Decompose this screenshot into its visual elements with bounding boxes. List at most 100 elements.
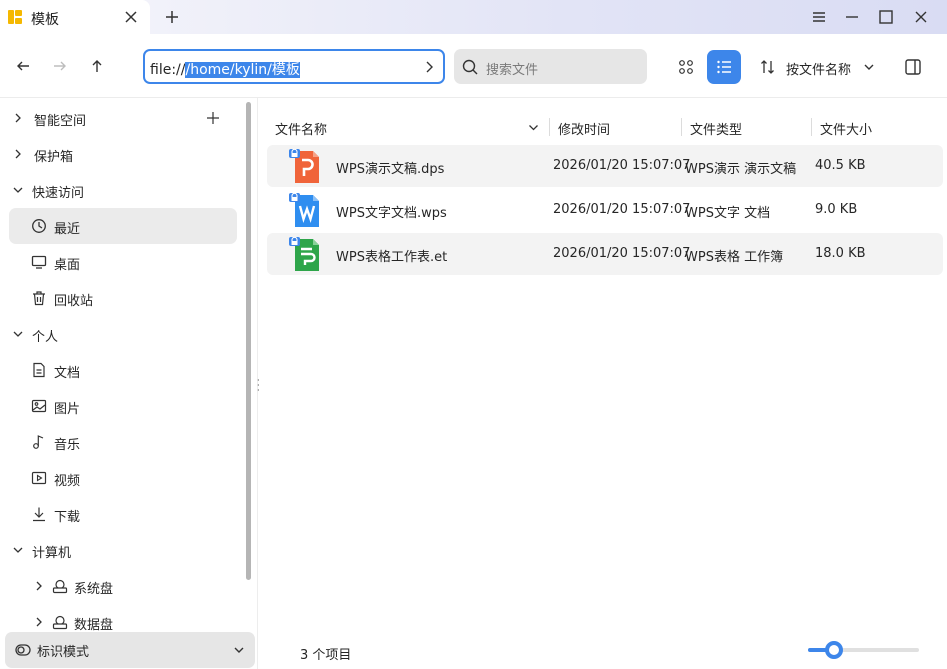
sidebar-item-system-disk[interactable]: 系统盘	[0, 568, 257, 604]
document-icon	[33, 362, 45, 378]
sort-icon[interactable]	[760, 59, 776, 75]
list-view-icon	[717, 60, 731, 74]
sidebar-item-label: 回收站	[54, 294, 94, 309]
chevron-right-icon[interactable]	[12, 112, 24, 124]
sidebar: 智能空间 保护箱 快速访问 最近 桌面 回收站 个人 文档 图片 音乐 视频 下…	[0, 98, 258, 669]
download-icon	[33, 507, 45, 522]
chevron-right-icon[interactable]	[421, 59, 437, 75]
sidebar-item-downloads[interactable]: 下载	[0, 496, 257, 532]
chevron-right-icon[interactable]	[12, 148, 24, 160]
chevron-down-icon[interactable]	[12, 328, 24, 340]
chevron-down-icon[interactable]	[232, 643, 246, 657]
column-separator[interactable]	[681, 118, 682, 136]
column-header-modified[interactable]: 修改时间	[558, 119, 610, 138]
sidebar-item-label: 音乐	[54, 438, 81, 453]
sidebar-item-label: 最近	[54, 222, 81, 237]
column-header-size[interactable]: 文件大小	[820, 119, 872, 138]
forward-arrow-icon[interactable]	[50, 56, 70, 76]
file-row[interactable]: WPS文字文档.wps 2026/01/20 15:07:07 WPS文字 文档…	[267, 189, 943, 231]
zoom-slider[interactable]	[808, 641, 919, 659]
sidebar-item-label: 智能空间	[34, 114, 87, 129]
sidebar-item-label: 文档	[54, 366, 81, 381]
grid-view-icon	[679, 60, 693, 74]
sidebar-item-documents[interactable]: 文档	[0, 352, 257, 388]
tab-current[interactable]: 模板	[0, 0, 150, 34]
item-count: 3 个项目	[300, 648, 352, 663]
label-mode-button[interactable]: 标识模式	[5, 632, 255, 668]
toolbar: file:///home/kylin/模板 搜索文件 按文件名称	[0, 34, 947, 98]
minimize-icon[interactable]	[843, 8, 861, 26]
trash-icon	[33, 291, 45, 306]
file-modified: 2026/01/20 15:07:07	[553, 202, 691, 217]
file-size: 18.0 KB	[815, 246, 866, 261]
chevron-right-icon[interactable]	[33, 580, 45, 592]
sidebar-item-recent[interactable]: 最近	[0, 208, 257, 244]
maximize-icon[interactable]	[877, 8, 895, 26]
sidebar-item-label: 桌面	[54, 258, 81, 273]
title-bar: 模板	[0, 0, 947, 34]
tab-title: 模板	[31, 12, 59, 28]
close-window-icon[interactable]	[912, 8, 930, 26]
back-arrow-icon[interactable]	[13, 56, 33, 76]
sidebar-item-music[interactable]: 音乐	[0, 424, 257, 460]
sidebar-item-quick-access[interactable]: 快速访问	[0, 172, 257, 208]
file-row[interactable]: WPS演示文稿.dps 2026/01/20 15:07:07 WPS演示 演示…	[267, 145, 943, 187]
up-arrow-icon[interactable]	[87, 56, 107, 76]
file-size: 9.0 KB	[815, 202, 858, 217]
menu-icon[interactable]	[810, 8, 828, 26]
drive-icon	[52, 615, 68, 630]
file-name: WPS文字文档.wps	[336, 206, 447, 221]
side-panel-icon[interactable]	[904, 58, 922, 76]
folder-icon	[8, 10, 22, 24]
file-list-view: 文件名称 修改时间 文件类型 文件大小 WPS演示文稿.dps 2026/01/…	[259, 98, 947, 669]
music-icon	[33, 435, 44, 449]
file-type: WPS演示 演示文稿	[685, 162, 797, 177]
sidebar-item-computer[interactable]: 计算机	[0, 532, 257, 568]
chevron-down-icon[interactable]	[12, 544, 24, 556]
column-separator[interactable]	[549, 118, 550, 136]
sidebar-item-label: 图片	[54, 402, 81, 417]
wps-presentation-icon	[289, 149, 319, 183]
file-manager-window: 模板 file:///home/kylin/模板 搜索文件 按文件名称 智能空间…	[0, 0, 947, 669]
column-header-type[interactable]: 文件类型	[690, 119, 742, 138]
chevron-right-icon[interactable]	[33, 616, 45, 628]
toggle-icon	[15, 644, 31, 656]
chevron-down-icon[interactable]	[12, 184, 24, 196]
sidebar-item-videos[interactable]: 视频	[0, 460, 257, 496]
sidebar-item-desktop[interactable]: 桌面	[0, 244, 257, 280]
icon-view-button[interactable]	[669, 50, 703, 84]
list-view-button[interactable]	[707, 50, 741, 84]
sidebar-item-label: 下载	[54, 510, 81, 525]
search-icon	[462, 59, 478, 75]
chevron-down-icon[interactable]	[527, 121, 540, 134]
column-header-separator[interactable]	[811, 118, 812, 136]
sidebar-item-pictures[interactable]: 图片	[0, 388, 257, 424]
address-prefix: file://	[150, 62, 186, 78]
address-bar[interactable]: file:///home/kylin/模板	[143, 49, 445, 84]
sidebar-item-personal[interactable]: 个人	[0, 316, 257, 352]
sort-label[interactable]: 按文件名称	[786, 59, 851, 78]
address-selected-path: /home/kylin/模板	[185, 62, 300, 78]
file-modified: 2026/01/20 15:07:07	[553, 246, 691, 261]
close-tab-icon[interactable]	[123, 9, 139, 25]
sidebar-item-safe-box[interactable]: 保护箱	[0, 136, 257, 172]
sidebar-item-label: 视频	[54, 474, 81, 489]
sidebar-item-smart-space[interactable]: 智能空间	[0, 100, 257, 136]
add-icon[interactable]	[206, 111, 220, 125]
sidebar-item-label: 保护箱	[34, 150, 74, 165]
sidebar-scrollbar[interactable]	[246, 102, 251, 580]
wps-writer-icon	[289, 193, 319, 227]
file-row[interactable]: WPS表格工作表.et 2026/01/20 15:07:07 WPS表格 工作…	[267, 233, 943, 275]
new-tab-icon[interactable]	[163, 8, 181, 26]
sidebar-item-label: 数据盘	[74, 618, 114, 633]
sidebar-item-trash[interactable]: 回收站	[0, 280, 257, 316]
address-text[interactable]: file:///home/kylin/模板	[150, 59, 300, 79]
search-box[interactable]: 搜索文件	[454, 49, 647, 84]
image-icon	[31, 399, 47, 413]
column-header-name[interactable]: 文件名称	[275, 119, 327, 138]
sidebar-item-label: 系统盘	[74, 582, 114, 597]
zoom-slider-handle[interactable]	[824, 641, 843, 659]
video-icon	[31, 471, 47, 485]
file-name: WPS演示文稿.dps	[336, 162, 445, 177]
chevron-down-icon[interactable]	[862, 60, 876, 74]
